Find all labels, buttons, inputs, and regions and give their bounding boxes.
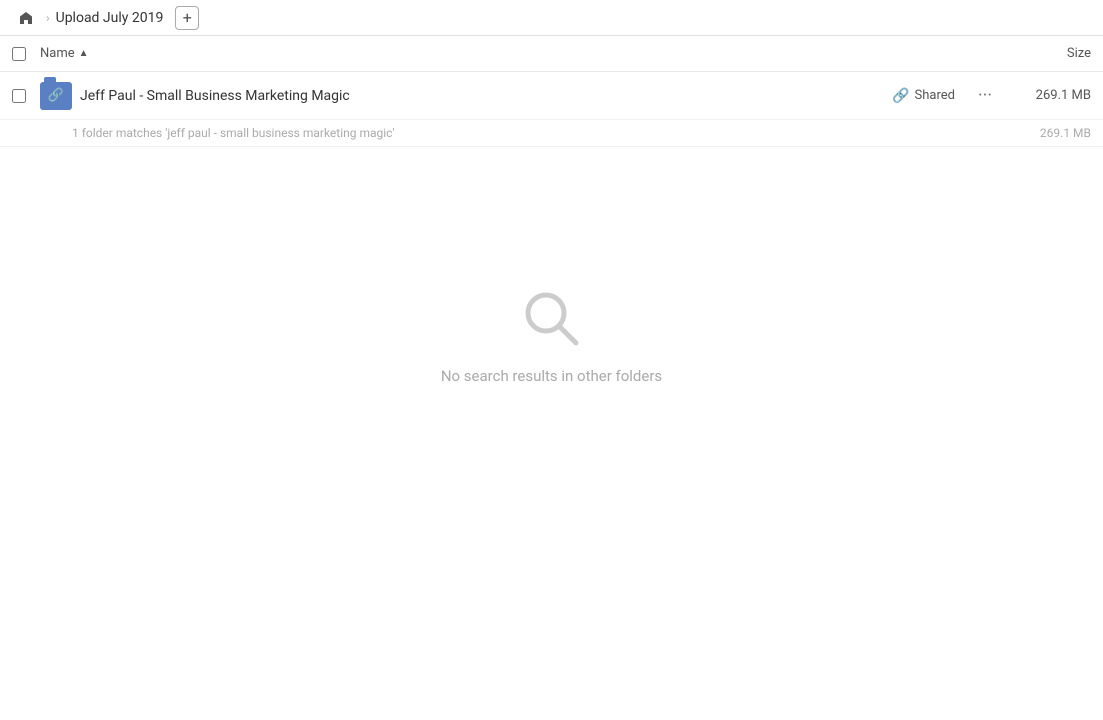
empty-state: No search results in other folders [0, 287, 1103, 385]
folder-icon: 🔗 [40, 80, 72, 112]
select-all-checkbox-container[interactable] [12, 47, 40, 61]
breadcrumb-title: Upload July 2019 [56, 10, 164, 26]
link-icon: 🔗 [48, 88, 64, 103]
more-options-icon: ··· [978, 85, 992, 106]
shared-badge: 🔗 Shared [892, 88, 955, 104]
match-summary-text: 1 folder matches 'jeff paul - small busi… [72, 126, 394, 140]
add-button[interactable]: + [175, 6, 199, 30]
select-all-checkbox[interactable] [12, 47, 26, 61]
empty-state-label: No search results in other folders [441, 367, 662, 385]
match-summary-row: 1 folder matches 'jeff paul - small busi… [0, 120, 1103, 147]
match-summary-size: 269.1 MB [1040, 126, 1091, 140]
size-column-header: Size [991, 46, 1091, 61]
home-button[interactable] [12, 4, 40, 32]
column-header: Name ▲ Size [0, 36, 1103, 72]
sort-arrow-icon: ▲ [79, 48, 89, 59]
breadcrumb-separator: › [46, 11, 50, 25]
folder-size: 269.1 MB [1011, 88, 1091, 103]
shared-label: Shared [915, 88, 955, 103]
search-empty-icon [520, 287, 584, 351]
name-column-header[interactable]: Name ▲ [40, 46, 991, 61]
row-checkbox[interactable] [12, 89, 26, 103]
header: › Upload July 2019 + [0, 0, 1103, 36]
shared-link-icon: 🔗 [892, 88, 909, 104]
folder-name: Jeff Paul - Small Business Marketing Mag… [80, 88, 892, 104]
row-checkbox-container[interactable] [12, 89, 40, 103]
more-options-button[interactable]: ··· [971, 82, 999, 110]
name-column-label: Name [40, 46, 75, 61]
folder-row[interactable]: 🔗 Jeff Paul - Small Business Marketing M… [0, 72, 1103, 120]
